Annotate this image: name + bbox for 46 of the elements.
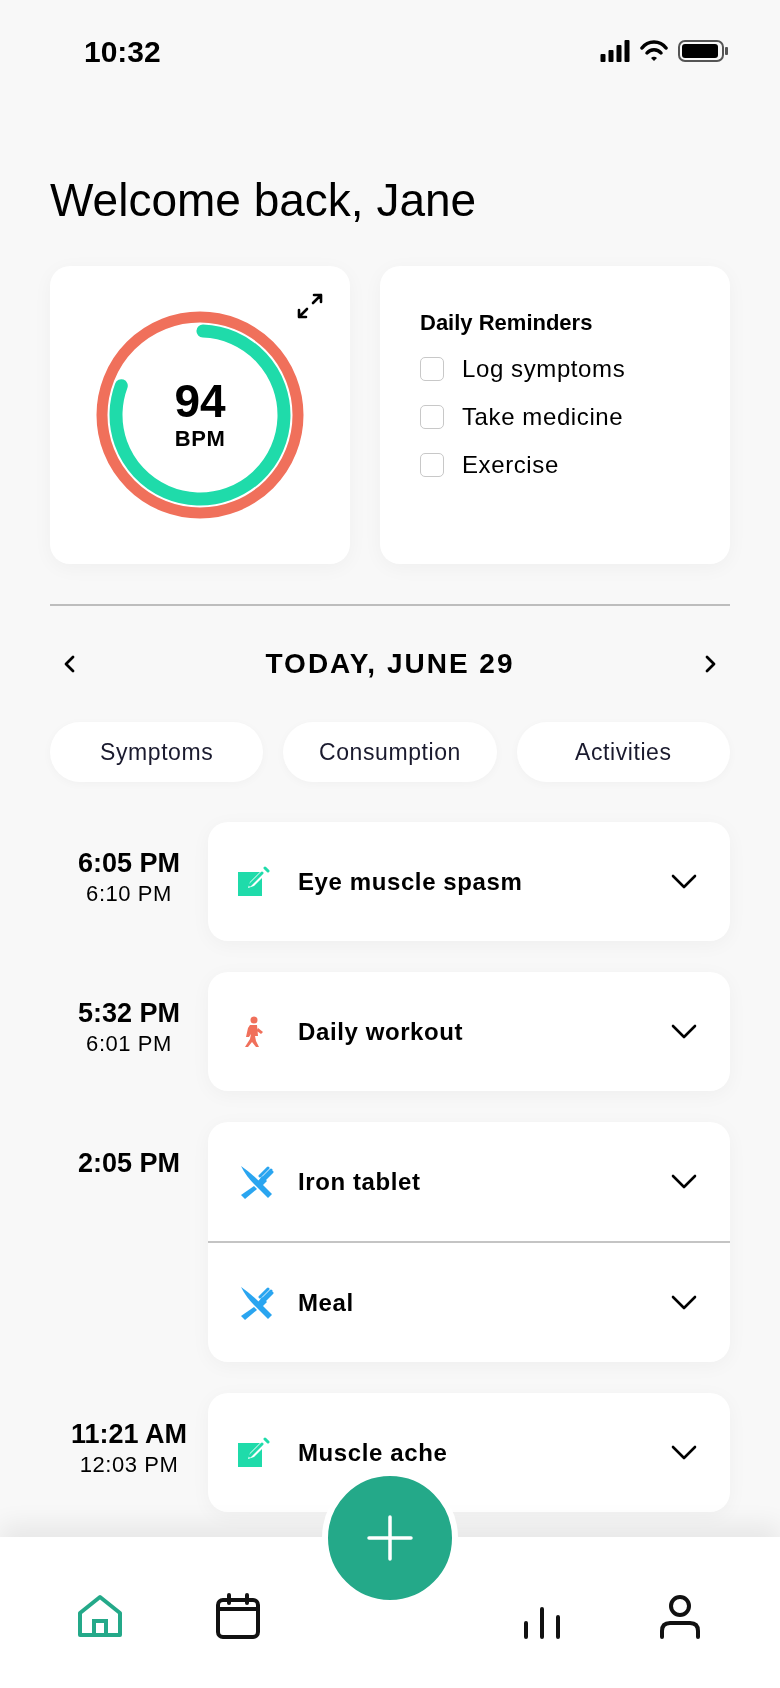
reminder-checkbox[interactable] [420,357,444,381]
heart-rate-unit: BPM [174,425,226,453]
status-time: 10:32 [84,33,161,70]
wifi-icon [640,40,668,62]
expand-icon [296,292,324,320]
welcome-heading: Welcome back, Jane [50,173,478,228]
chevron-down-icon [670,1444,698,1461]
entry-title: Daily workout [298,1016,465,1047]
utensils-icon [238,1163,274,1200]
entry-row[interactable]: Iron tablet [208,1122,730,1241]
chevron-down-icon [670,1023,698,1040]
entry-title: Muscle ache [298,1437,449,1468]
filter-pill[interactable]: Activities [516,722,730,782]
reminders-title: Daily Reminders [420,309,594,337]
start-time: 2:05 PM [77,1147,180,1180]
filter-pill[interactable]: Symptoms [50,722,264,782]
battery-icon [678,40,728,62]
end-time: 6:01 PM [86,1030,172,1058]
reminder-label: Take medicine [462,402,624,432]
entry-title: Meal [298,1287,355,1318]
reminder-checkbox[interactable] [420,405,444,429]
utensils-icon [238,1284,274,1321]
entry-title: Eye muscle spasm [298,866,524,897]
entry-title: Iron tablet [298,1166,422,1197]
end-time: 12:03 PM [79,1451,179,1479]
reminder-checkbox[interactable] [420,453,444,477]
chevron-down-icon [670,1294,698,1311]
signal-icon [600,40,630,62]
plus-icon [367,1515,413,1561]
entry-row[interactable]: Meal [208,1243,730,1362]
chevron-down-icon [670,1173,698,1190]
heart-rate-value: 94 [174,377,226,425]
start-time: 6:05 PM [77,847,180,880]
expand-button[interactable] [296,292,324,320]
note-edit-icon [238,1436,270,1469]
chevron-down-icon [670,873,698,890]
reminder-label: Log symptoms [462,354,626,384]
note-edit-icon [238,865,270,898]
date-label: TODAY, JUNE 29 [265,647,515,681]
reminder-label: Exercise [462,450,559,480]
end-time: 6:10 PM [86,880,172,908]
entry-row[interactable]: Eye muscle spasm [208,822,730,941]
start-time: 11:21 AM [70,1418,188,1451]
entry-row[interactable]: Daily workout [208,972,730,1091]
start-time: 5:32 PM [77,997,180,1030]
filter-pill[interactable]: Consumption [283,722,497,782]
